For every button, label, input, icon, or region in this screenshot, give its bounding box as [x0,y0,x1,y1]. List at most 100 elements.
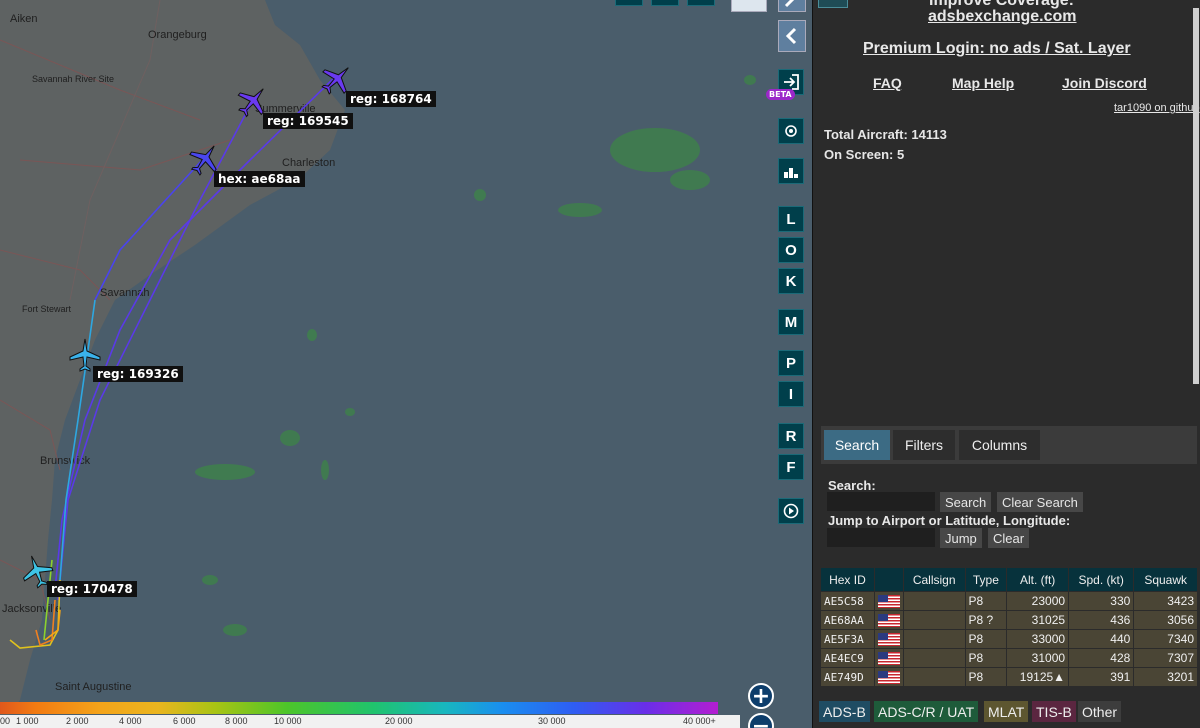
tab-search[interactable]: Search [824,430,890,460]
gear-icon[interactable] [778,118,804,144]
callsign-cell [902,629,966,649]
legend-tick: 6 000 [173,716,196,726]
search-input[interactable] [827,492,935,511]
altitude-cell: 19125▲ [1006,667,1070,687]
table-row[interactable]: AE4EC9 P8 31000 428 7307 [820,648,1198,668]
jump-button[interactable]: Jump [940,528,982,548]
type-cell: P8 ? [964,610,1008,630]
type-cell: P8 [964,667,1008,687]
column-header[interactable]: Hex ID [820,567,875,592]
map-help-link[interactable]: Map Help [952,75,1014,91]
place-label: Orangeburg [148,29,207,41]
callsign-cell [902,610,966,630]
hex-cell: AE68AA [820,610,875,630]
column-header[interactable]: Callsign [902,567,966,592]
place-label: Charleston [282,157,335,169]
basemap: Aiken Orangeburg Savannah River Site Sum… [0,0,812,728]
column-header[interactable]: Type [964,567,1008,592]
source-badge-other[interactable]: Other [1078,701,1122,722]
table-row[interactable]: AE5C58 P8 23000 330 3423 [820,591,1198,611]
us-flag-icon [877,652,900,666]
toggle-button-o[interactable]: O [778,237,804,263]
callsign-cell [902,591,966,611]
source-badge-adsc[interactable]: ADS-C/R / UAT [874,701,979,722]
speed-cell: 330 [1068,591,1135,611]
aircraft-label[interactable]: reg: 168764 [346,91,436,107]
jump-label: Jump to Airport or Latitude, Longitude: [828,513,1071,528]
place-label: Saint Augustine [55,681,131,693]
toggle-button-p[interactable]: P [778,350,804,376]
aircraft-label[interactable]: reg: 169326 [93,366,183,382]
us-flag-icon [877,633,900,647]
table-row[interactable]: AE749D P8 19125▲ 391 3201 [820,667,1198,687]
legend-tick: 1 000 [16,716,39,726]
table-row[interactable]: AE68AA P8 ? 31025 436 3056 [820,610,1198,630]
zoom-out-button[interactable]: − [748,713,774,728]
column-header[interactable] [873,567,904,592]
altitude-legend-scale: 00 1 000 2 000 4 000 6 000 8 000 10 000 … [0,715,740,728]
aircraft-label[interactable]: hex: ae68aa [214,171,305,187]
aircraft-label[interactable]: reg: 169545 [263,113,353,129]
source-badge-adsb[interactable]: ADS-B [819,701,870,722]
squawk-cell: 7340 [1133,629,1198,649]
collapse-sidebar-button[interactable] [818,0,848,8]
pencil-icon[interactable] [778,0,806,12]
aircraft-label[interactable]: reg: 170478 [47,581,137,597]
type-cell: P8 [964,629,1008,649]
flag-cell [873,591,904,611]
us-flag-icon [877,614,900,628]
place-label: Jacksonville [2,603,61,615]
github-link[interactable]: tar1090 on github [1114,102,1200,114]
squawk-cell: 3423 [1133,591,1198,611]
zoom-in-button[interactable]: + [748,683,774,709]
altitude-cell: 31000 [1006,648,1070,668]
legend-tick: 20 000 [385,716,413,726]
column-header[interactable]: Alt. (ft) [1006,567,1070,592]
sidebar-tabs: Search Filters Columns [821,426,1197,464]
squawk-cell: 3056 [1133,610,1198,630]
us-flag-icon [877,595,900,609]
map-top-button[interactable] [651,0,679,6]
replay-icon[interactable] [778,498,804,524]
squawk-cell: 3201 [1133,667,1198,687]
callsign-cell [902,667,966,687]
toggle-button-f[interactable]: F [778,454,804,480]
place-label: Savannah River Site [32,74,114,84]
premium-login-link[interactable]: Premium Login: no ads / Sat. Layer [863,40,1131,58]
scrollbar[interactable] [1193,8,1199,384]
clear-search-button[interactable]: Clear Search [997,492,1083,512]
podium-icon[interactable] [778,158,804,184]
map-top-button[interactable] [615,0,643,6]
chevron-left-icon[interactable] [778,20,806,52]
column-header[interactable]: Squawk [1133,567,1198,592]
flag-cell [873,610,904,630]
us-flag-icon [877,671,900,685]
map-top-button[interactable] [687,0,715,6]
map-view[interactable]: Aiken Orangeburg Savannah River Site Sum… [0,0,812,728]
search-button[interactable]: Search [940,492,992,512]
faq-link[interactable]: FAQ [873,75,902,91]
speed-cell: 391 [1068,667,1135,687]
toggle-button-l[interactable]: L [778,206,804,232]
type-cell: P8 [964,591,1008,611]
hex-cell: AE4EC9 [820,648,875,668]
adsbexchange-link[interactable]: adsbexchange.com [928,8,1077,26]
tab-columns[interactable]: Columns [959,430,1040,460]
column-header[interactable]: Spd. (kt) [1068,567,1135,592]
toggle-button-i[interactable]: I [778,381,804,407]
legend-tick: 8 000 [225,716,248,726]
speed-cell: 428 [1068,648,1135,668]
clear-button[interactable]: Clear [988,528,1030,548]
toggle-button-r[interactable]: R [778,423,804,449]
source-badge-tisb[interactable]: TIS-B [1032,701,1076,722]
join-discord-link[interactable]: Join Discord [1062,75,1147,91]
table-row[interactable]: AE5F3A P8 33000 440 7340 [820,629,1198,649]
toggle-button-m[interactable]: M [778,309,804,335]
layers-icon[interactable] [731,0,767,12]
toggle-button-k[interactable]: K [778,268,804,294]
tab-filters[interactable]: Filters [893,430,955,460]
source-badge-mlat[interactable]: MLAT [984,701,1029,722]
altitude-cell: 31025 [1006,610,1070,630]
aircraft-table: Hex ID Callsign Type Alt. (ft) Spd. (kt)… [820,567,1198,687]
jump-input[interactable] [827,528,935,547]
